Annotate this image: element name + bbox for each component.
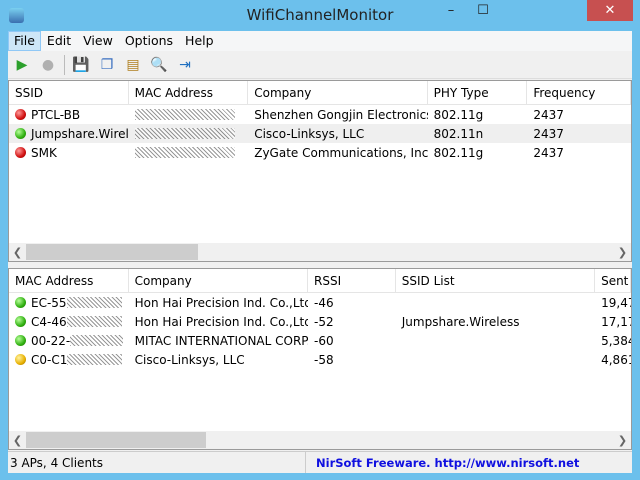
window-title: WifiChannelMonitor [246,6,394,24]
status-summary: 3 APs, 4 Clients [8,452,306,473]
company: Cisco-Linksys, LLC [254,126,365,141]
menu-view[interactable]: View [77,31,119,51]
column-mac-address[interactable]: MAC Address [129,81,249,104]
column-company[interactable]: Company [129,269,309,292]
status-icon [15,354,26,365]
save-icon[interactable]: 💾 [71,55,91,75]
mac-address: C0-C1 [31,352,68,367]
phy-type: 802.11n [433,126,484,141]
title-bar: WifiChannelMonitor – ☐ ✕ [0,0,640,31]
status-icon [15,316,26,327]
frequency: 2437 [533,107,564,122]
mac-address: EC-55 [31,295,67,310]
close-button[interactable]: ✕ [587,0,633,21]
maximize-button[interactable]: ☐ [468,0,498,21]
menu-help[interactable]: Help [179,31,220,51]
table-row[interactable]: SMK ZyGate Communications, Inc. 802.11g … [9,143,631,162]
table-row[interactable]: C4-46 Hon Hai Precision Ind. Co.,Ltd. -5… [9,312,631,331]
ssid: Jumpshare.Wirel... [31,126,129,141]
table-row[interactable]: EC-55 Hon Hai Precision Ind. Co.,Ltd. -4… [9,293,631,312]
status-icon [15,109,26,120]
scroll-right-icon[interactable]: ❯ [614,246,631,259]
nirsoft-link[interactable]: NirSoft Freeware. http://www.nirsoft.net [306,456,579,470]
status-icon [15,297,26,308]
status-icon [15,147,26,158]
client-area: File Edit View Options Help ▶ ● 💾 ❐ ▤ 🔍 ⇥ SSID… [8,31,632,473]
scroll-thumb[interactable] [26,244,198,260]
rssi: -46 [314,295,334,310]
table-row[interactable]: C0-C1 Cisco-Linksys, LLC -58 4,861 [9,350,631,369]
ssid: PTCL-BB [31,107,81,122]
client-horizontal-scrollbar[interactable]: ❮ ❯ [9,431,631,449]
menu-options[interactable]: Options [119,31,179,51]
mac-address-redacted [66,316,122,327]
status-bar: 3 APs, 4 Clients NirSoft Freeware. http:… [8,451,632,473]
column-ssid[interactable]: SSID [9,81,129,104]
rssi: -60 [314,333,334,348]
stop-icon[interactable]: ● [38,55,58,75]
menu-bar: File Edit View Options Help [8,31,632,51]
status-icon [15,128,26,139]
company: MITAC INTERNATIONAL CORP. [134,333,309,348]
sent: 5,384 [601,333,631,348]
column-frequency[interactable]: Frequency [527,81,631,104]
mac-address-redacted [67,354,123,365]
mac-address: C4-46 [31,314,67,329]
ap-horizontal-scrollbar[interactable]: ❮ ❯ [9,243,631,261]
scroll-right-icon[interactable]: ❯ [614,434,631,447]
sent: 17,17 [601,314,631,329]
mac-address-redacted [70,335,123,346]
column-rssi[interactable]: RSSI [308,269,396,292]
rssi: -52 [314,314,334,329]
column-sent[interactable]: Sent [595,269,631,292]
company: Shenzhen Gongjin Electronics ... [254,107,428,122]
mac-address-redacted [134,147,235,158]
company: Hon Hai Precision Ind. Co.,Ltd. [134,314,309,329]
mac-address-redacted [134,109,235,120]
find-icon[interactable]: 🔍 [149,55,169,75]
phy-type: 802.11g [433,107,484,122]
column-ssid-list[interactable]: SSID List [396,269,596,292]
minimize-button[interactable]: – [436,0,466,21]
ap-list-header: SSID MAC Address Company PHY Type Freque… [9,81,631,105]
company: Cisco-Linksys, LLC [134,352,245,367]
phy-type: 802.11g [433,145,484,160]
sent: 4,861 [601,352,631,367]
frequency: 2437 [533,145,564,160]
clients-list[interactable]: MAC Address Company RSSI SSID List Sent … [8,268,632,450]
toolbar-separator [64,54,65,75]
ssid-list: Jumpshare.Wireless [401,314,520,329]
menu-edit[interactable]: Edit [41,31,77,51]
client-list-header: MAC Address Company RSSI SSID List Sent [9,269,631,293]
column-company[interactable]: Company [248,81,428,104]
table-row[interactable]: 00-22- MITAC INTERNATIONAL CORP. -60 5,3… [9,331,631,350]
scroll-thumb[interactable] [26,432,206,448]
table-row[interactable]: Jumpshare.Wirel... Cisco-Linksys, LLC 80… [9,124,631,143]
company: Hon Hai Precision Ind. Co.,Ltd. [134,295,309,310]
scroll-left-icon[interactable]: ❮ [9,434,26,447]
table-row[interactable]: PTCL-BB Shenzhen Gongjin Electronics ...… [9,105,631,124]
copy-icon[interactable]: ❐ [97,55,117,75]
status-icon [15,335,26,346]
ssid: SMK [31,145,57,160]
scroll-left-icon[interactable]: ❮ [9,246,26,259]
sent: 19,47 [601,295,631,310]
menu-file[interactable]: File [8,31,41,51]
toolbar: ▶ ● 💾 ❐ ▤ 🔍 ⇥ [8,51,632,79]
frequency: 2437 [533,126,564,141]
rssi: -58 [314,352,334,367]
properties-icon[interactable]: ▤ [123,55,143,75]
exit-icon[interactable]: ⇥ [175,55,195,75]
column-mac-address[interactable]: MAC Address [9,269,129,292]
column-phy-type[interactable]: PHY Type [428,81,528,104]
access-points-list[interactable]: SSID MAC Address Company PHY Type Freque… [8,80,632,262]
mac-address: 00-22- [31,333,71,348]
company: ZyGate Communications, Inc. [254,145,428,160]
play-icon[interactable]: ▶ [12,55,32,75]
mac-address-redacted [134,128,235,139]
mac-address-redacted [66,297,122,308]
